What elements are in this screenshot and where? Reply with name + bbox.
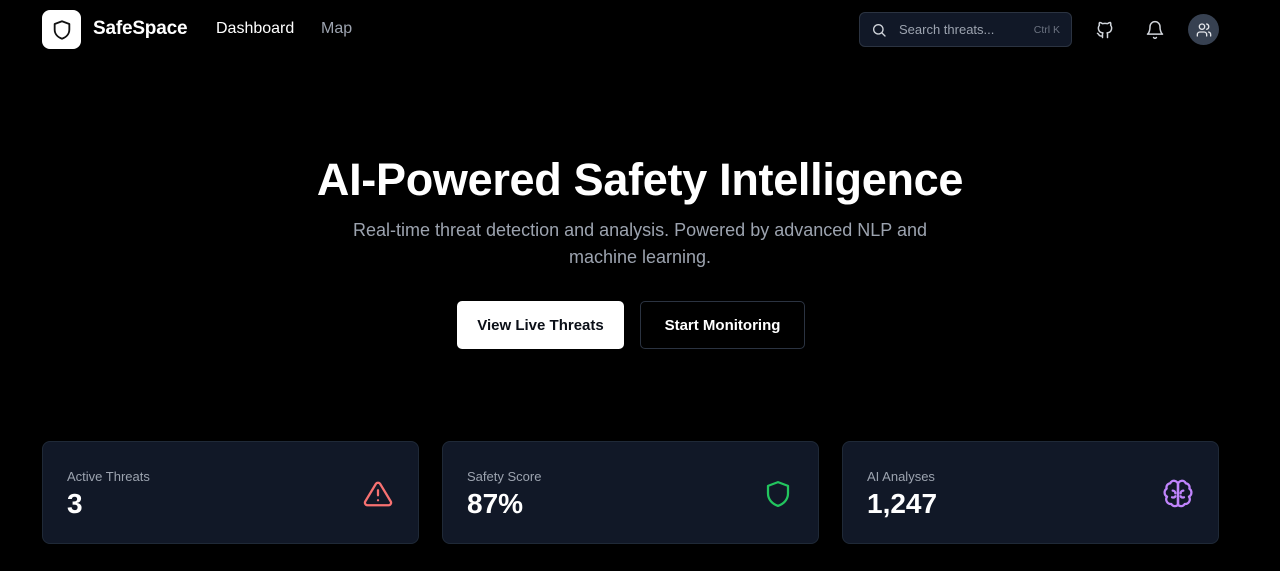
stat-value: 1,247 (867, 488, 938, 519)
bell-icon (1146, 20, 1164, 40)
stat-value: 3 (67, 488, 83, 519)
github-button[interactable] (1091, 16, 1119, 44)
hero-subtitle: Real-time threat detection and analysis.… (352, 220, 927, 267)
stat-card-safety-score: Safety Score 87% (442, 441, 819, 544)
navbar: SafeSpace Dashboard Map Search threats..… (0, 0, 1280, 60)
stat-card-ai-analyses: AI Analyses 1,247 (842, 441, 1219, 544)
search-shortcut-hint: Ctrl K (1033, 23, 1060, 36)
stat-label: Safety Score (467, 469, 542, 484)
shield-icon (762, 478, 794, 510)
hero-title: AI-Powered Safety Intelligence (316, 154, 964, 205)
github-icon (1096, 21, 1113, 39)
stat-value: 87% (467, 488, 524, 519)
user-avatar[interactable] (1188, 14, 1219, 45)
brand-logo[interactable] (42, 10, 81, 49)
stat-card-active-threats: Active Threats 3 (42, 441, 419, 544)
shield-icon (53, 19, 70, 40)
alert-triangle-icon (362, 478, 394, 510)
brand-name[interactable]: SafeSpace (93, 18, 188, 40)
nav-link-map[interactable]: Map (321, 20, 352, 38)
search-placeholder: Search threats... (899, 22, 995, 37)
start-monitoring-button[interactable]: Start Monitoring (640, 301, 805, 349)
stat-label: AI Analyses (867, 469, 935, 484)
users-icon (1196, 22, 1211, 37)
search-icon (871, 21, 889, 39)
brain-icon (1162, 478, 1194, 510)
view-live-threats-button[interactable]: View Live Threats (457, 301, 624, 349)
notifications-button[interactable] (1141, 16, 1169, 44)
stat-label: Active Threats (67, 469, 150, 484)
nav-link-dashboard[interactable]: Dashboard (216, 20, 294, 38)
search-input[interactable]: Search threats... Ctrl K (859, 12, 1072, 47)
page: SafeSpace Dashboard Map Search threats..… (0, 0, 1280, 571)
